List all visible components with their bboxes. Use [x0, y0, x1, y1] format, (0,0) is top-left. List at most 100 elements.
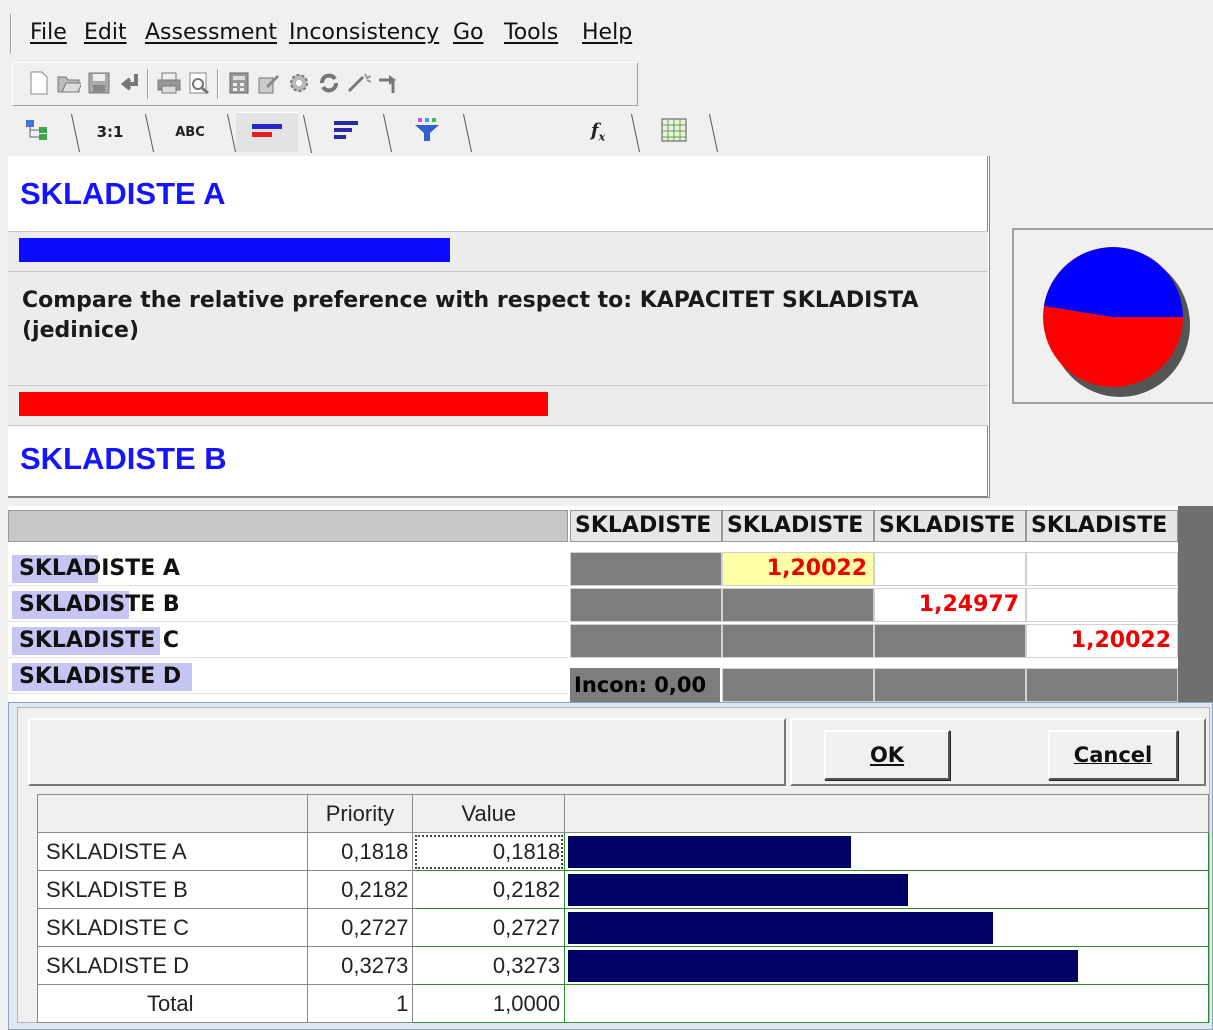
total-bar-cell	[564, 984, 1209, 1023]
alternative-name: SKLADISTE D	[37, 946, 308, 985]
matrix-row-label[interactable]: SKLADISTE B	[8, 588, 568, 622]
toolbar-divider	[147, 69, 149, 99]
bars-icon	[332, 119, 362, 145]
matrix-row-label[interactable]: SKLADISTE C	[8, 624, 568, 658]
save-icon[interactable]	[87, 71, 111, 95]
priority-value: 0,2182	[306, 870, 414, 909]
tab-numerical[interactable]: 3:1	[80, 112, 155, 152]
sync-icon[interactable]	[317, 71, 341, 95]
bottom-alternative-row: SKLADISTE B	[8, 426, 988, 496]
tab-graphical[interactable]	[236, 112, 313, 153]
matrix-col-header[interactable]: SKLADISTE	[874, 510, 1026, 542]
bottom-alternative-name: SKLADISTE B	[20, 441, 227, 476]
tab-edge	[131, 114, 155, 152]
arrow-icon[interactable]	[377, 71, 401, 95]
matrix-cell-bd[interactable]	[1026, 588, 1178, 622]
menu-bar: File Edit Assessment Inconsistency Go To…	[0, 0, 1213, 62]
tab-edge	[369, 114, 393, 152]
bottom-bar-row[interactable]	[8, 386, 988, 426]
matrix-corner	[8, 510, 568, 542]
print-icon[interactable]	[157, 71, 181, 95]
total-priority: 1	[306, 984, 414, 1023]
priority-bar-cell	[564, 908, 1209, 947]
matrix-row-label[interactable]: SKLADISTE A	[8, 552, 568, 586]
top-bar-row[interactable]	[8, 232, 988, 272]
priority-row: SKLADISTE D 0,3273 0,3273	[37, 946, 1209, 985]
matrix-col-header[interactable]: SKLADISTE	[1026, 510, 1178, 542]
tab-matrix[interactable]	[644, 112, 719, 152]
tab-bars[interactable]	[316, 112, 393, 152]
total-value: 1,0000	[412, 984, 566, 1023]
value-input[interactable]: 0,2182	[412, 870, 566, 909]
menu-go[interactable]: Go	[453, 20, 484, 45]
matrix-cell-lower	[570, 588, 722, 622]
matrix-cell-bc[interactable]: 1,24977	[874, 588, 1026, 622]
total-label: Total	[37, 984, 308, 1023]
priorities-dialog: OK Cancel Priority Value SKLADISTE A 0,1…	[8, 702, 1213, 1030]
bar-header	[564, 794, 1209, 833]
menu-tools[interactable]: Tools	[504, 20, 558, 45]
bottom-preference-bar[interactable]	[19, 392, 549, 416]
value-input[interactable]: 0,3273	[412, 946, 566, 985]
tab-edge	[57, 114, 81, 152]
settings-icon[interactable]	[287, 71, 311, 95]
matrix-scrollbar[interactable]	[1178, 506, 1213, 702]
top-alternative-row: SKLADISTE A	[8, 156, 988, 232]
calculator-icon[interactable]	[227, 71, 251, 95]
tab-label: ABC	[175, 124, 205, 140]
matrix-cell-ab[interactable]: 1,20022	[722, 552, 874, 586]
cancel-label: Cancel	[1073, 743, 1153, 767]
import-icon[interactable]	[117, 71, 141, 95]
tab-edge	[617, 114, 641, 152]
priority-row: SKLADISTE C 0,2727 0,2727	[37, 908, 1209, 947]
tree-icon	[25, 119, 51, 145]
matrix-cell-ac[interactable]	[874, 552, 1026, 586]
menu-inconsistency[interactable]: Inconsistency	[289, 20, 439, 45]
tab-edge	[289, 115, 313, 153]
priority-bar	[568, 836, 852, 868]
priority-row: SKLADISTE B 0,2182 0,2182	[37, 870, 1209, 909]
menu-edit[interactable]: Edit	[84, 20, 127, 45]
priority-bar	[568, 874, 909, 906]
pie-panel	[1012, 228, 1213, 404]
ok-label: OK	[869, 743, 905, 767]
tab-funnel[interactable]	[396, 112, 473, 152]
matrix-cell-diagonal	[1026, 668, 1178, 702]
matrix-row-label[interactable]: SKLADISTE D	[8, 660, 568, 694]
value-header: Value	[412, 794, 566, 833]
tab-hierarchy[interactable]	[10, 112, 81, 152]
priority-value: 0,3273	[306, 946, 414, 985]
ok-button[interactable]: OK	[824, 730, 950, 780]
top-preference-bar[interactable]	[19, 238, 451, 262]
menu-help[interactable]: Help	[582, 20, 632, 45]
pie-slice-a	[1043, 247, 1183, 317]
toolbar-divider	[217, 69, 219, 99]
open-icon[interactable]	[57, 71, 81, 95]
cancel-button[interactable]: Cancel	[1048, 730, 1178, 780]
menu-grip	[10, 14, 12, 54]
tab-verbal[interactable]: ABC	[158, 112, 237, 152]
matrix-col-header[interactable]: SKLADISTE	[570, 510, 722, 542]
matrix-cell-ad[interactable]	[1026, 552, 1178, 586]
funnel-icon	[412, 117, 442, 147]
value-input[interactable]: 0,2727	[412, 908, 566, 947]
priority-bar	[568, 950, 1079, 982]
menu-assessment[interactable]: Assessment	[145, 20, 277, 45]
tab-formula[interactable]: fx	[570, 112, 641, 152]
matrix-col-header[interactable]: SKLADISTE	[722, 510, 874, 542]
menu-file[interactable]: File	[30, 20, 67, 45]
tab-edge	[695, 114, 719, 152]
matrix-cell-diagonal	[874, 624, 1026, 658]
edit-icon[interactable]	[257, 71, 281, 95]
app-window: File Edit Assessment Inconsistency Go To…	[0, 0, 1213, 1030]
comparison-question: Compare the relative preference with res…	[8, 272, 988, 386]
matrix-cell-lower	[722, 668, 874, 702]
matrix-cell-cd[interactable]: 1,20022	[1026, 624, 1178, 658]
top-alternative-name: SKLADISTE A	[20, 176, 226, 211]
wand-icon[interactable]	[347, 71, 371, 95]
row-label-text: SKLADISTE D	[19, 664, 182, 689]
value-input[interactable]: 0,1818	[412, 832, 566, 871]
row-label-text: SKLADISTE A	[19, 556, 180, 581]
new-icon[interactable]	[27, 71, 51, 95]
print-preview-icon[interactable]	[187, 71, 211, 95]
